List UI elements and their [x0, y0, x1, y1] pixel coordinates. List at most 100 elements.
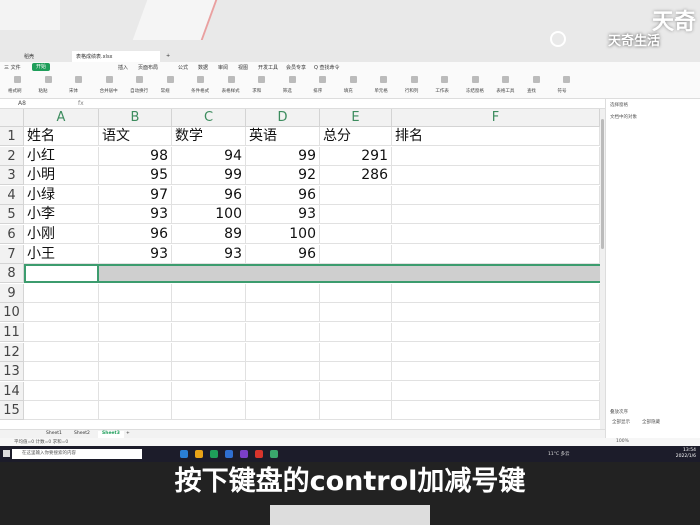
table-cell[interactable] [246, 401, 320, 421]
row-header[interactable]: 8 [0, 264, 24, 284]
table-cell[interactable]: 286 [320, 166, 392, 186]
table-cell[interactable]: 99 [172, 166, 246, 186]
ribbon-tool-label[interactable]: 筛选 [283, 88, 292, 94]
table-cell[interactable] [99, 342, 172, 362]
column-header[interactable]: B [99, 109, 172, 127]
ribbon-tool-icon[interactable] [380, 76, 388, 83]
table-cell[interactable]: 小刚 [24, 225, 99, 244]
ribbon-tool-icon[interactable] [532, 76, 540, 83]
table-cell[interactable] [99, 401, 172, 421]
corner-select-all[interactable] [0, 109, 24, 127]
row-header[interactable]: 13 [0, 362, 24, 382]
column-header[interactable]: D [246, 109, 320, 127]
table-cell[interactable]: 小王 [24, 244, 99, 264]
table-cell[interactable] [392, 166, 600, 186]
sheet-tab-2[interactable]: Sheet2 [70, 431, 94, 438]
table-cell[interactable] [172, 342, 246, 362]
table-cell[interactable]: 小绿 [24, 185, 99, 205]
table-cell[interactable] [24, 362, 99, 382]
row-header[interactable]: 11 [0, 323, 24, 342]
table-cell[interactable] [246, 323, 320, 342]
table-cell[interactable]: 100 [246, 225, 320, 244]
table-cell[interactable] [320, 303, 392, 323]
ribbon-tool-icon[interactable] [471, 76, 479, 83]
column-header[interactable]: A [24, 109, 99, 127]
ribbon-tool-label[interactable]: 自动换行 [130, 88, 148, 94]
ribbon-tool-label[interactable]: 合并居中 [100, 88, 118, 94]
edge-icon[interactable] [180, 450, 188, 458]
table-cell[interactable]: 92 [246, 166, 320, 186]
ribbon-tool-label[interactable]: 工作表 [435, 88, 449, 94]
table-cell[interactable]: 94 [172, 146, 246, 166]
column-header[interactable]: C [172, 109, 246, 127]
table-cell[interactable]: 93 [246, 205, 320, 225]
row-header[interactable]: 10 [0, 303, 24, 323]
ribbon-tool-label[interactable]: 粘贴 [39, 88, 48, 94]
name-box[interactable]: A8 [18, 100, 26, 107]
row-header[interactable]: 9 [0, 283, 24, 303]
tab-daoke[interactable]: 稻壳 [20, 51, 38, 62]
pane-order[interactable]: 叠放次序 [610, 409, 628, 415]
app-icon[interactable] [270, 450, 278, 458]
table-cell[interactable] [392, 323, 600, 342]
table-cell[interactable] [320, 283, 392, 303]
table-cell[interactable]: 98 [99, 146, 172, 166]
table-cell[interactable]: 小明 [24, 166, 99, 186]
show-all-button[interactable]: 全部显示 [612, 419, 630, 425]
scrollbar-thumb[interactable] [601, 119, 604, 249]
table-cell[interactable] [320, 362, 392, 382]
table-cell[interactable] [392, 342, 600, 362]
table-cell[interactable] [392, 225, 600, 244]
table-cell[interactable]: 97 [99, 185, 172, 205]
ribbon-tool-label[interactable]: 冻结窗格 [466, 88, 484, 94]
column-header[interactable]: F [392, 109, 600, 127]
table-cell[interactable]: 96 [246, 244, 320, 264]
ribbon-tool-icon[interactable] [410, 76, 418, 83]
menu-item[interactable]: 数据 [198, 64, 208, 71]
table-cell[interactable]: 96 [99, 225, 172, 244]
ribbon-tool-label[interactable]: 条件格式 [191, 88, 209, 94]
table-cell[interactable] [24, 283, 99, 303]
ribbon-tool-icon[interactable] [75, 76, 83, 83]
ribbon-tool-icon[interactable] [227, 76, 235, 83]
ribbon-tool-icon[interactable] [563, 76, 571, 83]
table-cell[interactable] [320, 225, 392, 244]
menu-item[interactable]: 视图 [238, 64, 248, 71]
table-cell[interactable] [246, 381, 320, 401]
table-cell[interactable] [392, 401, 600, 421]
ribbon-tool-label[interactable]: 符号 [557, 88, 566, 94]
table-cell[interactable]: 小李 [24, 205, 99, 225]
row-header[interactable]: 4 [0, 185, 24, 205]
menu-item[interactable]: Q 查找命令 [314, 64, 340, 71]
table-cell[interactable] [99, 362, 172, 382]
table-cell[interactable] [246, 303, 320, 323]
row-header[interactable]: 2 [0, 146, 24, 166]
ribbon-tool-label[interactable]: 单元格 [374, 88, 388, 94]
ribbon-tool-label[interactable]: 求和 [252, 88, 261, 94]
ribbon-tool-label[interactable]: 排序 [313, 88, 322, 94]
row-header[interactable]: 1 [0, 127, 24, 146]
ribbon-tool-icon[interactable] [197, 76, 205, 83]
windows-start-icon[interactable] [3, 450, 10, 457]
menu-item[interactable]: 开始 [32, 63, 51, 71]
table-cell[interactable] [99, 303, 172, 323]
hide-all-button[interactable]: 全部隐藏 [642, 419, 660, 425]
weather[interactable]: 11°C 多云 [548, 451, 570, 457]
menu-item[interactable]: 会员专享 [286, 64, 306, 71]
sheet-tab-3[interactable]: Sheet3 [98, 431, 124, 438]
table-cell[interactable] [320, 205, 392, 225]
table-cell[interactable] [392, 381, 600, 401]
table-cell[interactable] [392, 283, 600, 303]
table-cell[interactable]: 排名 [392, 127, 600, 146]
row-header[interactable]: 14 [0, 381, 24, 401]
ribbon-tool-icon[interactable] [288, 76, 296, 83]
table-cell[interactable] [320, 401, 392, 421]
ribbon-tool-label[interactable]: 表格工具 [496, 88, 514, 94]
table-cell[interactable] [320, 323, 392, 342]
table-cell[interactable] [172, 401, 246, 421]
table-cell[interactable]: 数学 [172, 127, 246, 146]
wps-icon[interactable] [210, 450, 218, 458]
spreadsheet-grid[interactable]: A B C D E F 1 姓名 语文 数学 英语 总分 排名 2 小红 98 94 99 291 3 小明 95 99 92… [0, 109, 600, 429]
tab-workbook[interactable]: 表格成绩表.xlsx [72, 51, 160, 62]
taskbar-search-input[interactable]: 在这里输入你要搜索的内容 [12, 449, 142, 459]
